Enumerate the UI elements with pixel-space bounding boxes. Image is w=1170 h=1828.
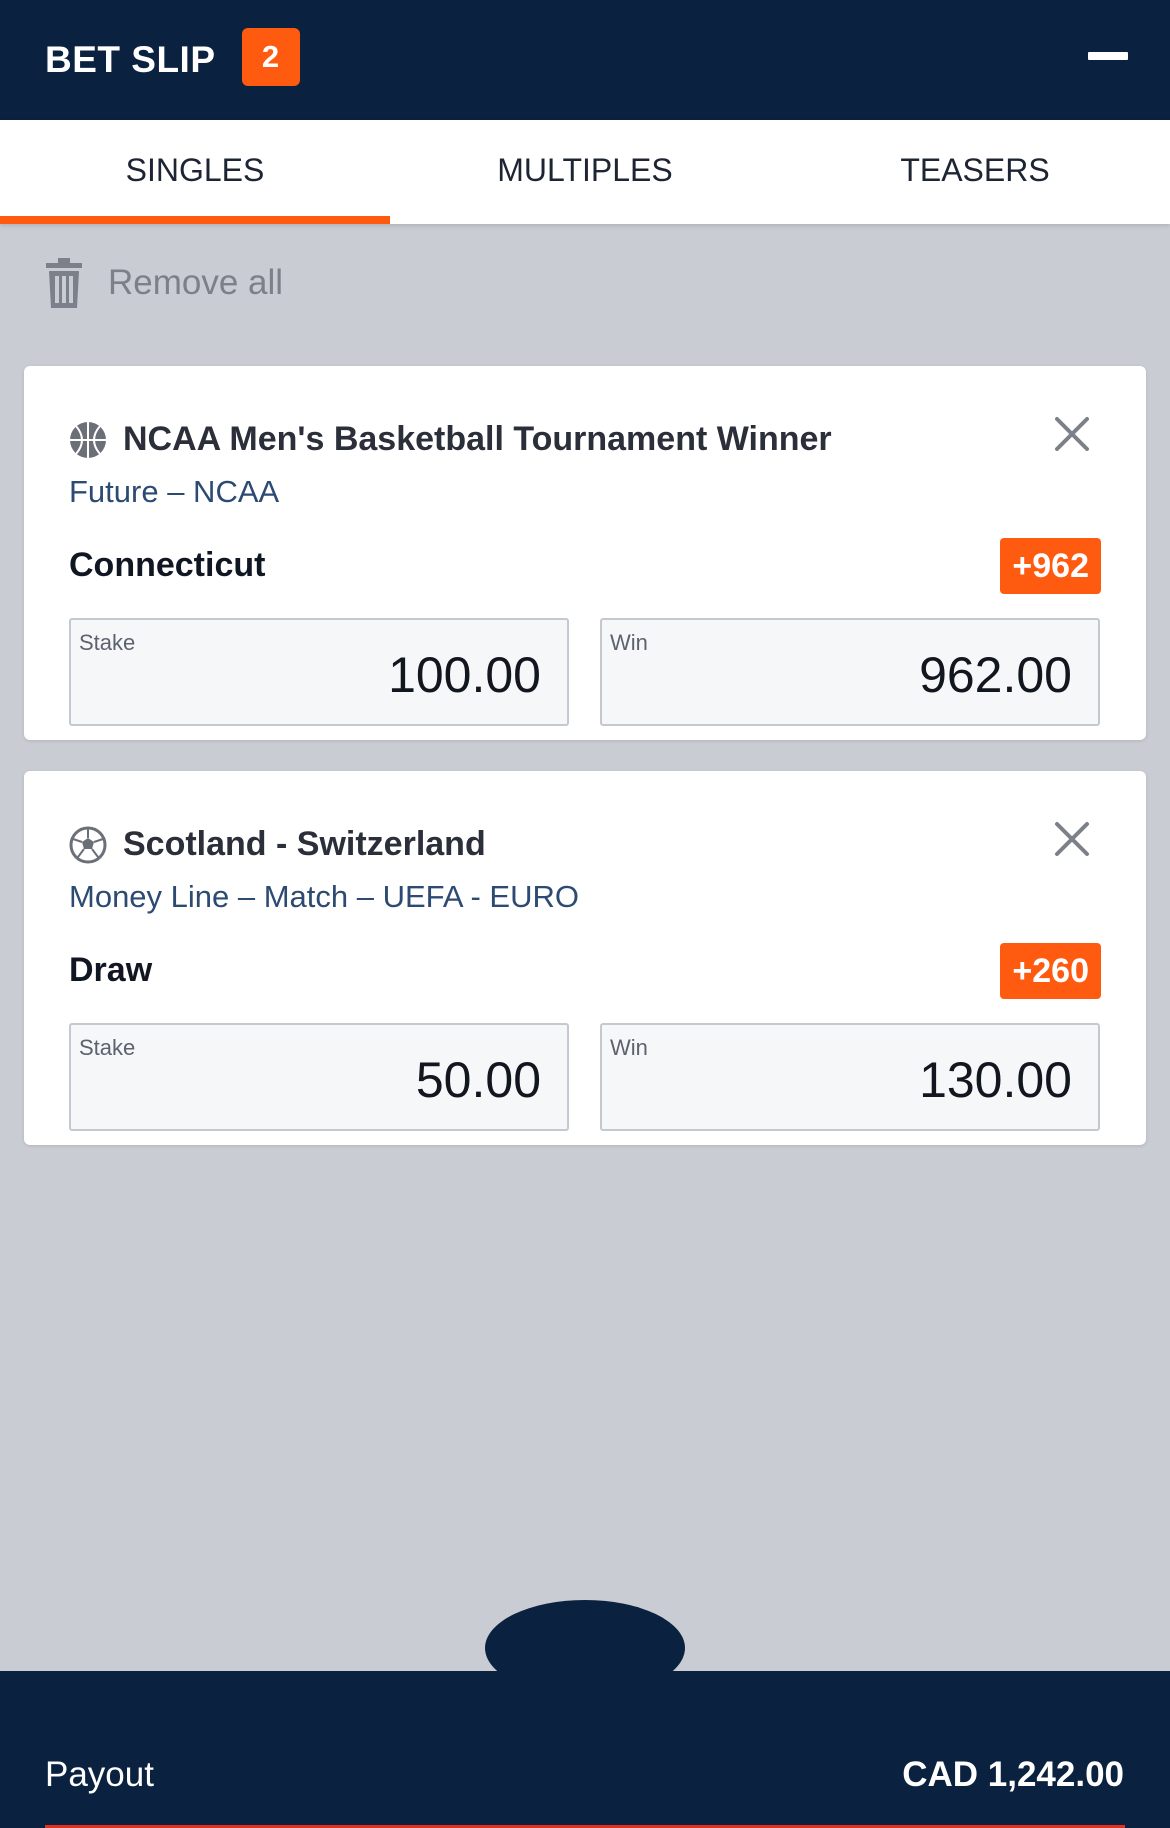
stake-value: 50.00 — [415, 1052, 541, 1108]
win-label: Win — [610, 630, 648, 655]
tab-teasers[interactable]: TEASERS — [780, 120, 1170, 224]
bet-card: NCAA Men's Basketball Tournament Winner … — [24, 366, 1146, 740]
market-name: Money Line – Match – UEFA - EURO — [69, 879, 579, 914]
selection-name: Draw — [69, 951, 153, 989]
bet-count-badge: 2 — [241, 28, 300, 86]
minimize-button[interactable] — [1088, 44, 1128, 68]
event-title: Scotland - Switzerland — [123, 825, 486, 863]
tab-singles[interactable]: SINGLES — [0, 120, 390, 224]
event-title: NCAA Men's Basketball Tournament Winner — [123, 420, 832, 458]
close-icon[interactable] — [1054, 416, 1090, 452]
basketball-icon — [70, 421, 106, 458]
minus-icon — [1088, 52, 1128, 60]
remove-all-label: Remove all — [108, 263, 284, 302]
payout-value: CAD 1,242.00 — [902, 1755, 1124, 1794]
remove-all-button[interactable]: Remove all — [44, 258, 283, 308]
bet-slip-header: BET SLIP 2 — [0, 0, 1170, 120]
tab-multiples[interactable]: MULTIPLES — [390, 120, 780, 224]
odds-badge[interactable]: +962 — [1000, 538, 1101, 594]
trash-icon — [46, 258, 82, 308]
stake-input[interactable]: Stake 50.00 — [69, 1023, 569, 1131]
bet-event-header: NCAA Men's Basketball Tournament Winner — [69, 420, 832, 459]
bet-card: Scotland - Switzerland Money Line – Matc… — [24, 771, 1146, 1145]
payout-label: Payout — [45, 1755, 154, 1794]
payout-bar: Payout CAD 1,242.00 — [0, 1671, 1170, 1828]
win-input[interactable]: Win 962.00 — [600, 618, 1100, 726]
soccer-ball-icon — [69, 826, 107, 863]
win-input[interactable]: Win 130.00 — [600, 1023, 1100, 1131]
stake-input[interactable]: Stake 100.00 — [69, 618, 569, 726]
odds-badge[interactable]: +260 — [1000, 943, 1101, 999]
market-name: Future – NCAA — [69, 474, 280, 509]
win-value: 130.00 — [919, 1052, 1072, 1108]
stake-label: Stake — [79, 1035, 136, 1060]
close-icon[interactable] — [1054, 821, 1090, 857]
bet-event-header: Scotland - Switzerland — [69, 825, 486, 864]
stake-value: 100.00 — [388, 647, 541, 703]
selection-name: Connecticut — [69, 546, 266, 584]
stake-label: Stake — [79, 630, 136, 655]
bet-type-tabs: SINGLES MULTIPLES TEASERS — [0, 120, 1170, 224]
win-value: 962.00 — [919, 647, 1072, 703]
win-label: Win — [610, 1035, 648, 1060]
bet-slip-title: BET SLIP — [45, 39, 216, 80]
